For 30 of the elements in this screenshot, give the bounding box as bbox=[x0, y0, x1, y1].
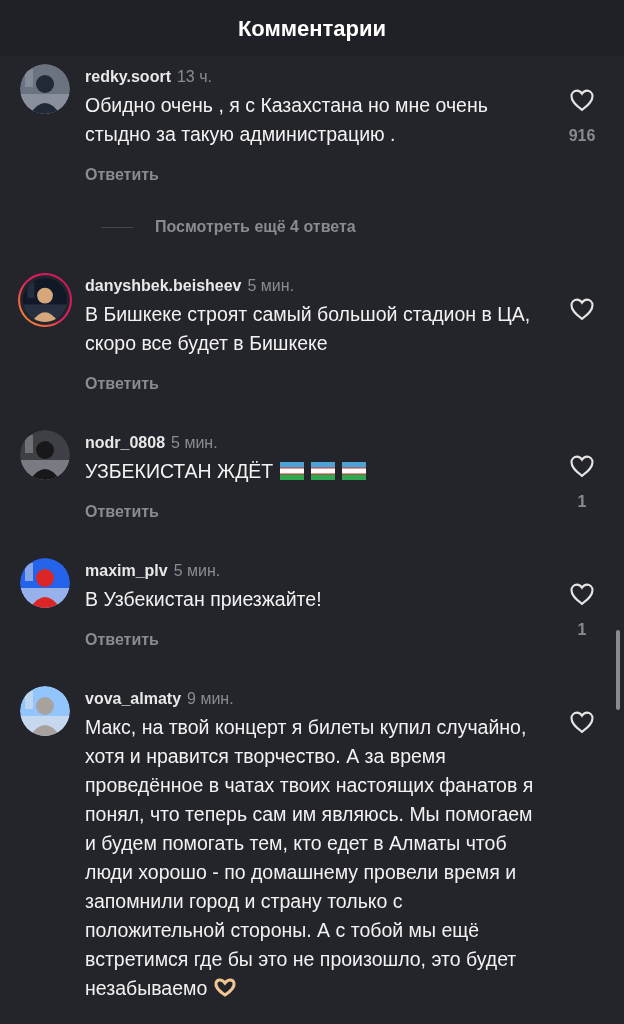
comment-text: В Узбекистан приезжайте! bbox=[85, 587, 323, 612]
comment-time: 5 мин. bbox=[171, 433, 218, 453]
reply-button[interactable]: Ответить bbox=[85, 628, 159, 652]
story-ring[interactable] bbox=[18, 273, 72, 327]
comment-time: 5 мин. bbox=[247, 276, 295, 296]
like-count: 916 bbox=[568, 126, 596, 146]
flag-icon bbox=[342, 462, 367, 480]
comment-text: УЗБЕКИСТАН ЖДЁТ bbox=[85, 457, 541, 486]
comment-text: В Бишкеке строят самый большой стадион в ЦА, скоро все будет в Бишкеке bbox=[85, 302, 532, 356]
username[interactable]: vova_almaty bbox=[85, 687, 182, 711]
like-count: 1 bbox=[577, 620, 587, 640]
reply-button[interactable]: Ответить bbox=[85, 163, 159, 187]
comment-text: Обидно очень , я с Казахстана но мне очень стыдно за такую администрацию . bbox=[85, 93, 489, 147]
username[interactable]: danyshbek.beisheev bbox=[85, 274, 242, 298]
heart-hands-icon bbox=[213, 977, 238, 997]
username[interactable]: nodr_0808 bbox=[85, 431, 166, 455]
username[interactable]: maxim_plv bbox=[85, 559, 168, 583]
flag-icon bbox=[311, 462, 336, 480]
scrollbar[interactable] bbox=[616, 630, 620, 710]
username[interactable]: redky.soort bbox=[85, 65, 171, 89]
view-replies-button[interactable]: Посмотреть ещё 4 ответа bbox=[155, 215, 356, 239]
reply-button[interactable]: Ответить bbox=[85, 372, 159, 396]
comment-text: Макс, на твой концерт я билеты купил случайно, хотя и нравится творчество. А за время проведённое в чатах твоих настоящих фанатов я понял, что теперь сам им являюсь. Мы помогаем и будем помогать тем, кто едет в Алматы чтоб люди хорошо - по домашнему провели время и запомнили город и страну только с положительной стороны. А с тобой мы ещё встретимся где бы это не произошло, это будет незабываемо bbox=[85, 715, 535, 1001]
like-count: 1 bbox=[577, 492, 587, 512]
comment-time: 13 ч. bbox=[176, 67, 212, 87]
page-title: Комментарии bbox=[237, 14, 387, 43]
comment-time: 9 мин. bbox=[187, 689, 234, 709]
comment-time: 5 мин. bbox=[173, 561, 221, 581]
flag-icon bbox=[280, 462, 305, 480]
reply-button[interactable]: Ответить bbox=[85, 500, 159, 524]
